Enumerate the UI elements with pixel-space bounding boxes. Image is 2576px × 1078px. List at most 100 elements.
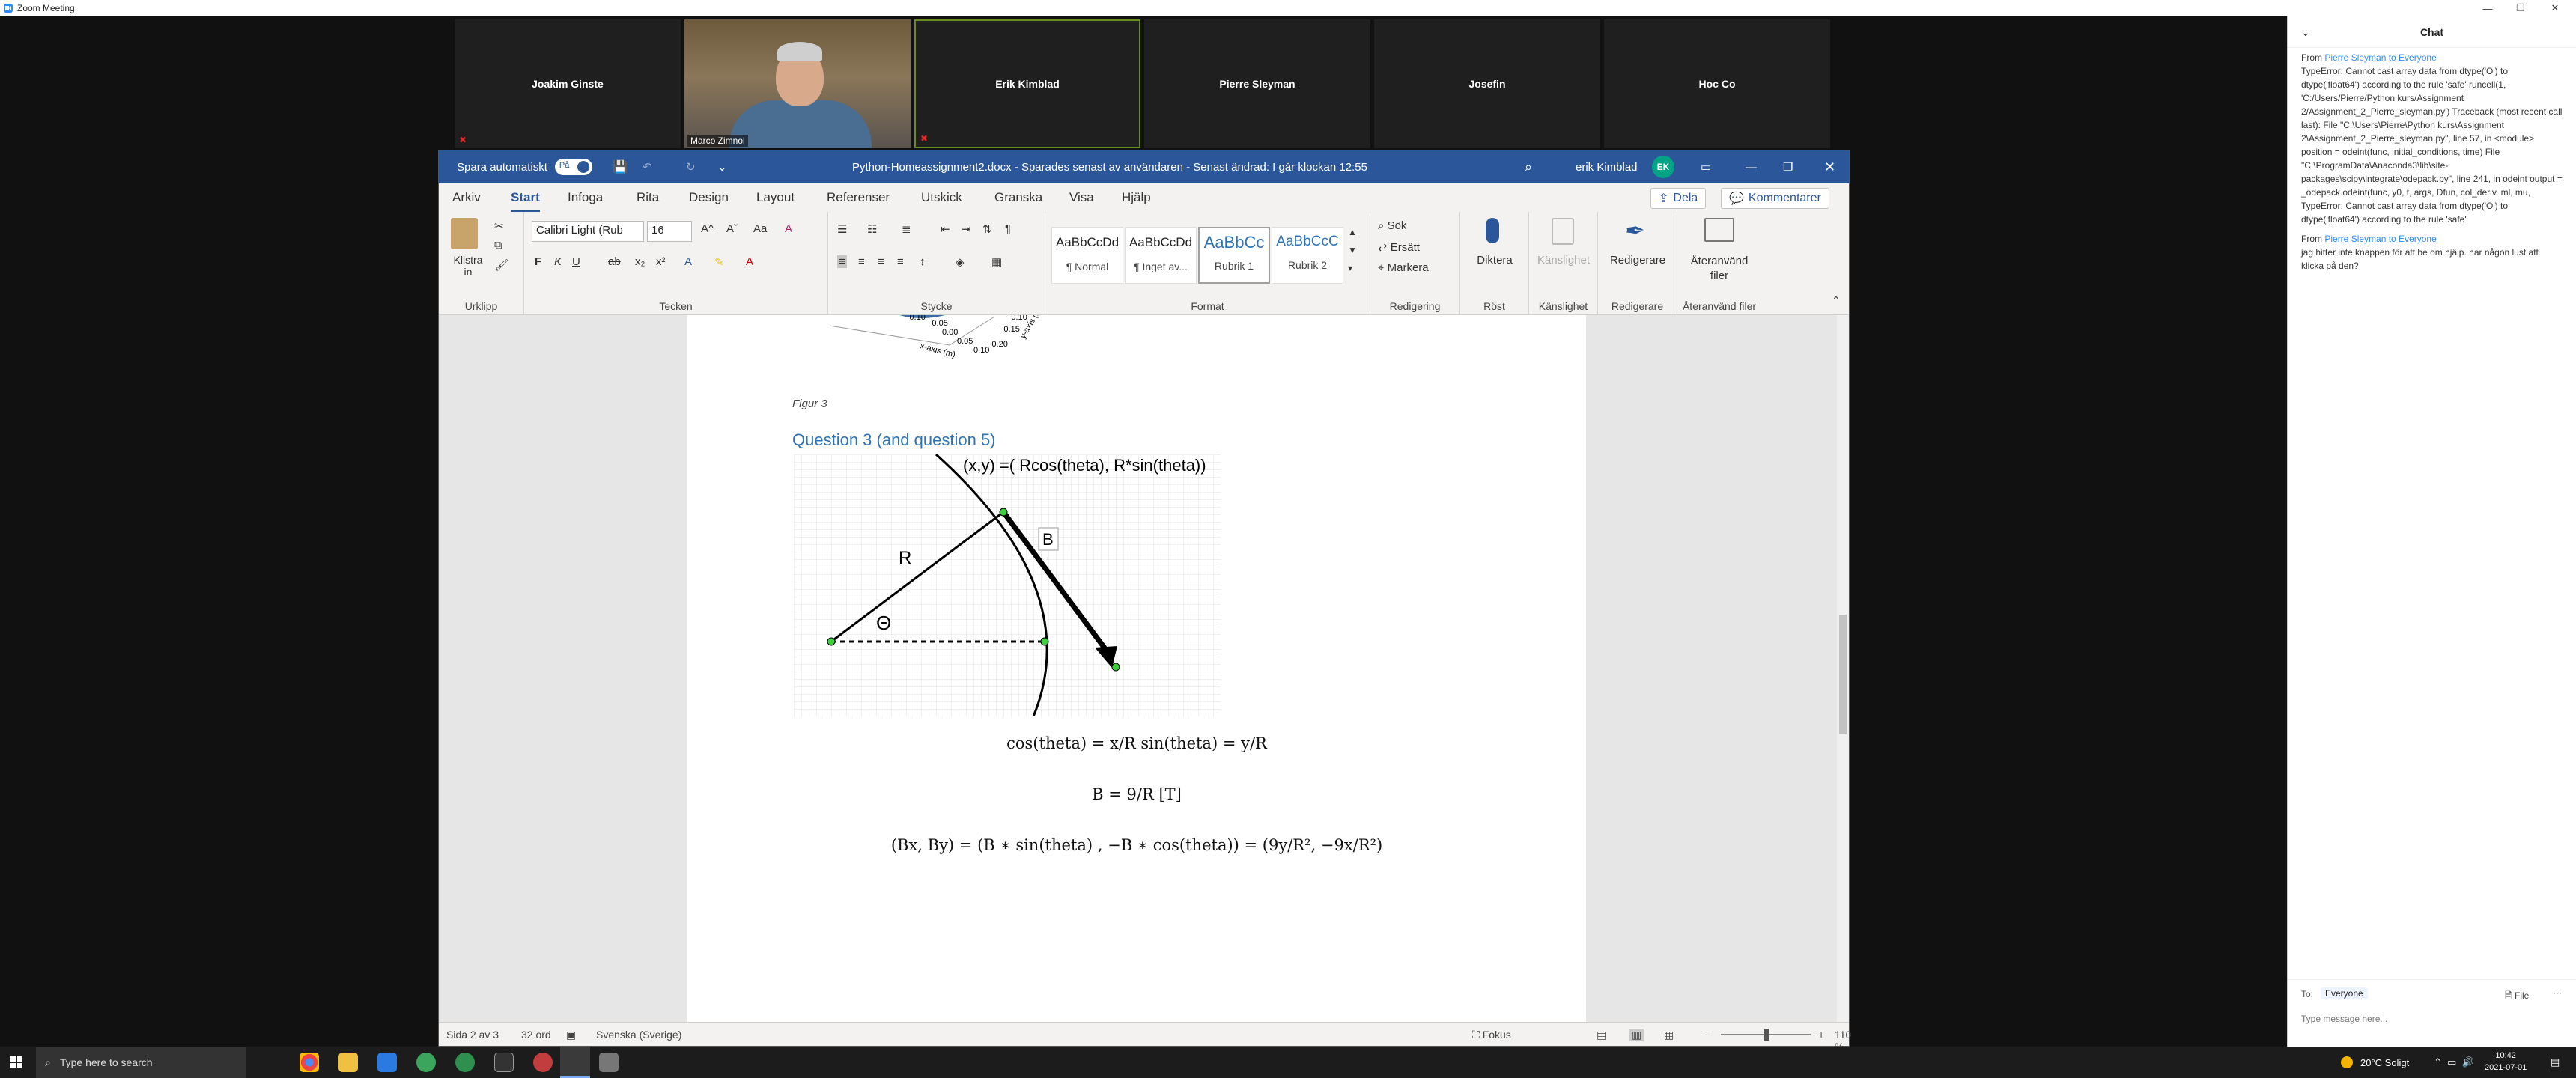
bullets-icon[interactable]: ☰ (837, 222, 847, 236)
recipient-dropdown[interactable]: Everyone (2321, 987, 2368, 999)
ribbon-display-icon[interactable]: ▭ (1701, 150, 1711, 183)
close-icon[interactable]: ✕ (1824, 150, 1835, 183)
participant-tile-active-speaker[interactable]: Erik Kimblad ✖ (914, 19, 1140, 148)
highlight-icon[interactable]: ✎ (714, 255, 724, 269)
save-icon[interactable]: 💾 (613, 150, 628, 183)
weather-widget[interactable]: 20°C Soligt (2341, 1047, 2409, 1078)
maximize-icon[interactable]: ❐ (1783, 150, 1793, 183)
editor-icon[interactable]: ✒ (1625, 216, 1645, 245)
show-marks-icon[interactable]: ¶ (1005, 222, 1011, 235)
web-layout-icon[interactable]: ▦ (1664, 1029, 1674, 1041)
tab-utskick[interactable]: Utskick (921, 183, 962, 212)
autosave-toggle[interactable]: På (554, 159, 592, 175)
participant-tile[interactable]: Joakim Ginste ✖ (455, 19, 681, 148)
word-count[interactable]: 32 ord (521, 1029, 551, 1041)
zoom-slider-thumb[interactable] (1764, 1029, 1769, 1041)
app-green-icon[interactable] (416, 1053, 436, 1072)
minimize-icon[interactable]: — (2471, 0, 2504, 16)
app-red-icon[interactable] (533, 1053, 553, 1072)
superscript-icon[interactable]: x² (656, 255, 666, 268)
paste-button[interactable]: Klistra in (449, 254, 487, 278)
file-explorer-icon[interactable] (338, 1053, 358, 1072)
tray-icons[interactable]: ⌃ ▭ 🔊 (2434, 1047, 2474, 1078)
notification-icon[interactable]: ▤ (2551, 1047, 2560, 1078)
windows-start-icon[interactable] (10, 1056, 22, 1068)
tab-visa[interactable]: Visa (1069, 183, 1094, 212)
microphone-icon[interactable] (1486, 218, 1499, 243)
bold-icon[interactable]: F (535, 255, 541, 268)
message-sender[interactable]: Pierre Sleyman to Everyone (2324, 234, 2436, 244)
tab-rita[interactable]: Rita (637, 183, 659, 212)
zoom-taskbar-icon[interactable] (560, 1047, 590, 1078)
style-normal[interactable]: AaBbCcDd ¶ Normal (1051, 227, 1123, 284)
font-name-box[interactable]: Calibri Light (Rub (532, 221, 644, 242)
align-left-icon[interactable]: ≡ (837, 255, 847, 268)
font-color-icon[interactable]: A (746, 255, 753, 268)
zoom-out-icon[interactable]: − (1704, 1029, 1710, 1041)
clear-formatting-icon[interactable]: A (785, 222, 792, 235)
network-icon[interactable]: ▭ (2447, 1056, 2456, 1068)
participant-tile[interactable]: Pierre Sleyman (1144, 19, 1370, 148)
find-button[interactable]: ⌕ Sök (1378, 219, 1406, 232)
sensitivity-button[interactable]: Känslighet (1529, 254, 1598, 267)
shrink-font-icon[interactable]: Aˇ (726, 222, 738, 235)
borders-icon[interactable]: ▦ (991, 255, 1002, 269)
chevron-up-icon[interactable]: ⌃ (2434, 1056, 2442, 1068)
grow-font-icon[interactable]: A^ (701, 222, 714, 235)
change-case-icon[interactable]: Aa (753, 222, 767, 235)
file-button[interactable]: 🗎 File (2505, 989, 2529, 1005)
styles-scroll-up-icon[interactable]: ▲ (1348, 227, 1357, 237)
strikethrough-icon[interactable]: ab (608, 255, 621, 268)
increase-indent-icon[interactable]: ⇥ (962, 222, 971, 236)
collapse-ribbon-icon[interactable]: ⌃ (1832, 294, 1841, 307)
format-painter-icon[interactable]: 🖌 (494, 258, 508, 272)
replace-button[interactable]: ⇄ Ersätt (1378, 240, 1420, 254)
subscript-icon[interactable]: x₂ (635, 255, 645, 268)
clock[interactable]: 10:42 2021-07-01 (2485, 1050, 2527, 1074)
justify-icon[interactable]: ≡ (897, 255, 904, 268)
paste-icon[interactable] (451, 218, 478, 249)
align-right-icon[interactable]: ≡ (878, 255, 884, 268)
participant-tile-video[interactable]: Marco Zimnol (684, 19, 911, 148)
focus-button[interactable]: ⛶ Fokus (1472, 1029, 1511, 1041)
styles-more-icon[interactable]: ▾ (1348, 263, 1352, 273)
tab-hjalp[interactable]: Hjälp (1122, 183, 1151, 212)
message-sender[interactable]: Pierre Sleyman to Everyone (2324, 52, 2436, 63)
copy-icon[interactable]: ⧉ (494, 239, 502, 252)
zoom-in-icon[interactable]: + (1818, 1029, 1824, 1041)
sort-icon[interactable]: ⇅ (982, 222, 992, 236)
tab-arkiv[interactable]: Arkiv (452, 183, 481, 212)
user-name[interactable]: erik Kimblad (1576, 150, 1638, 183)
tab-start[interactable]: Start (511, 183, 540, 212)
participant-tile[interactable]: Josefin (1374, 19, 1600, 148)
print-layout-icon[interactable]: ▥ (1629, 1029, 1644, 1041)
chat-message-input[interactable] (2301, 1008, 2556, 1029)
style-heading-2[interactable]: AaBbCcC Rubrik 2 (1272, 227, 1343, 284)
tab-design[interactable]: Design (689, 183, 729, 212)
taskbar-search[interactable]: ⌕ Type here to search (36, 1047, 246, 1078)
text-effects-icon[interactable]: A (684, 255, 692, 268)
decrease-indent-icon[interactable]: ⇤ (941, 222, 950, 236)
terminal-icon[interactable] (494, 1053, 514, 1072)
customize-qat-icon[interactable]: ⌄ (717, 150, 727, 183)
chevron-down-icon[interactable]: ⌄ (2301, 16, 2310, 48)
editor-button[interactable]: Redigerare (1598, 254, 1677, 267)
style-no-spacing[interactable]: AaBbCcDd ¶ Inget av... (1125, 227, 1197, 284)
underline-icon[interactable]: U (572, 255, 580, 268)
avatar[interactable]: EK (1652, 156, 1674, 178)
tab-layout[interactable]: Layout (756, 183, 795, 212)
tab-granska[interactable]: Granska (994, 183, 1042, 212)
undo-icon[interactable]: ↶ (643, 150, 652, 183)
cut-icon[interactable]: ✂ (494, 219, 504, 233)
line-spacing-icon[interactable]: ↕ (920, 255, 926, 268)
tab-infoga[interactable]: Infoga (568, 183, 603, 212)
participant-tile[interactable]: Hoc Co (1604, 19, 1830, 148)
proofing-icon[interactable]: ▣ (566, 1029, 576, 1041)
shading-icon[interactable]: ◈ (956, 255, 965, 269)
redo-icon[interactable]: ↻ (686, 150, 696, 183)
maximize-icon[interactable]: ❐ (2504, 0, 2537, 16)
vertical-scrollbar[interactable] (1837, 315, 1849, 1023)
dictate-button[interactable]: Diktera (1460, 254, 1529, 267)
scrollbar-thumb[interactable] (1839, 615, 1847, 734)
multilevel-list-icon[interactable]: ≣ (902, 222, 911, 236)
